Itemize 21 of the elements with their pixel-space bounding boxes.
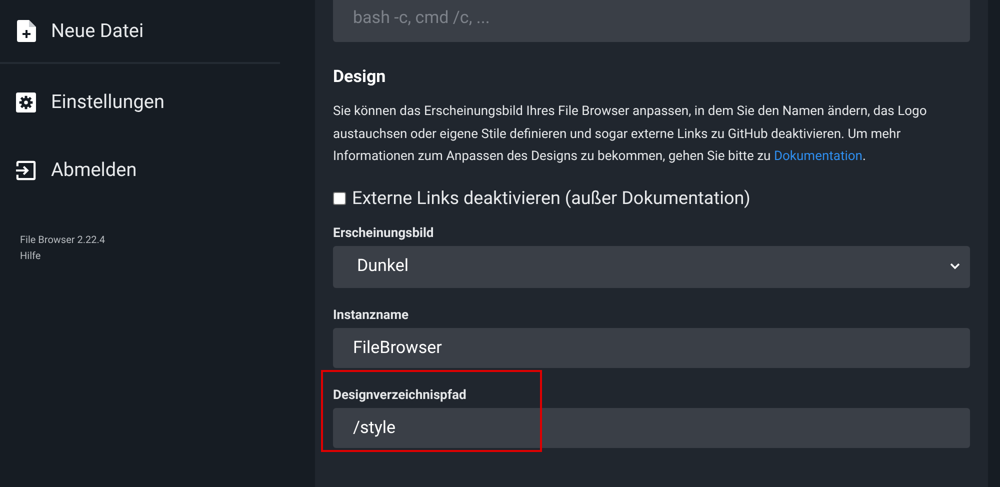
- chevron-down-icon: [950, 263, 960, 270]
- help-link[interactable]: Hilfe: [20, 249, 41, 265]
- field-label: Designverzeichnispfad: [333, 386, 466, 404]
- checkbox[interactable]: [333, 192, 346, 204]
- version-text: File Browser 2.22.4: [20, 234, 105, 248]
- new-file-icon: [16, 20, 36, 42]
- field-label: Erscheinungsbild: [333, 224, 434, 242]
- sidebar-item[interactable]: Einstellungen: [0, 71, 280, 133]
- settings-icon: [16, 92, 36, 112]
- text-field[interactable]: FileBrowser: [333, 328, 970, 368]
- logout-icon: [16, 160, 36, 180]
- field-label: Instanzname: [333, 306, 409, 324]
- command-field[interactable]: bash -c, cmd /c, ...: [333, 0, 970, 42]
- section-title: Design: [333, 66, 387, 89]
- sidebar-item[interactable]: Neue Datei: [0, 0, 280, 62]
- design-description: Sie können das Erscheinungsbild Ihres File Browser anpassen, in dem Sie den Namen ändern, das Logo austauchsen oder eigene Stile definieren und sogar externe Links zu GitHub deaktivieren. Um mehr Informationen zum Anpassen des Designs zu bekommen, gehen Sie bitte zu Dokumentation.: [333, 103, 928, 166]
- documentation-link[interactable]: Dokumentation: [774, 149, 862, 164]
- theme-select[interactable]: Dunkel: [333, 246, 970, 288]
- text-field[interactable]: /style: [333, 408, 970, 448]
- sidebar-item[interactable]: Abmelden: [0, 139, 280, 201]
- checkbox-label: Externe Links deaktivieren (außer Dokumentation): [352, 186, 750, 210]
